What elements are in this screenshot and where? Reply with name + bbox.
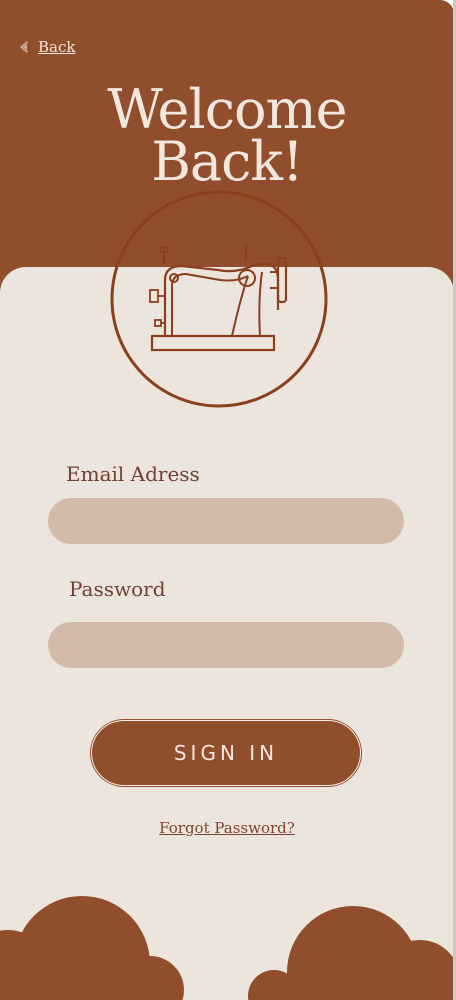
password-label: Password <box>69 577 166 601</box>
cloud-decoration <box>0 896 454 1000</box>
title-line-2: Back! <box>151 130 304 193</box>
email-label: Email Adress <box>66 462 200 486</box>
sewing-machine-icon <box>110 190 328 408</box>
back-button[interactable]: Back <box>16 38 75 56</box>
sign-in-button[interactable]: SIGN IN <box>91 720 361 786</box>
chevron-left-icon <box>20 41 29 53</box>
forgot-password-link[interactable]: Forgot Password? <box>0 819 454 837</box>
login-screen: Back Welcome Back! Email Adress Password <box>0 0 454 1000</box>
email-input[interactable] <box>48 498 404 544</box>
back-label: Back <box>38 38 76 56</box>
page-title: Welcome Back! <box>0 83 454 189</box>
password-input[interactable] <box>48 622 404 668</box>
